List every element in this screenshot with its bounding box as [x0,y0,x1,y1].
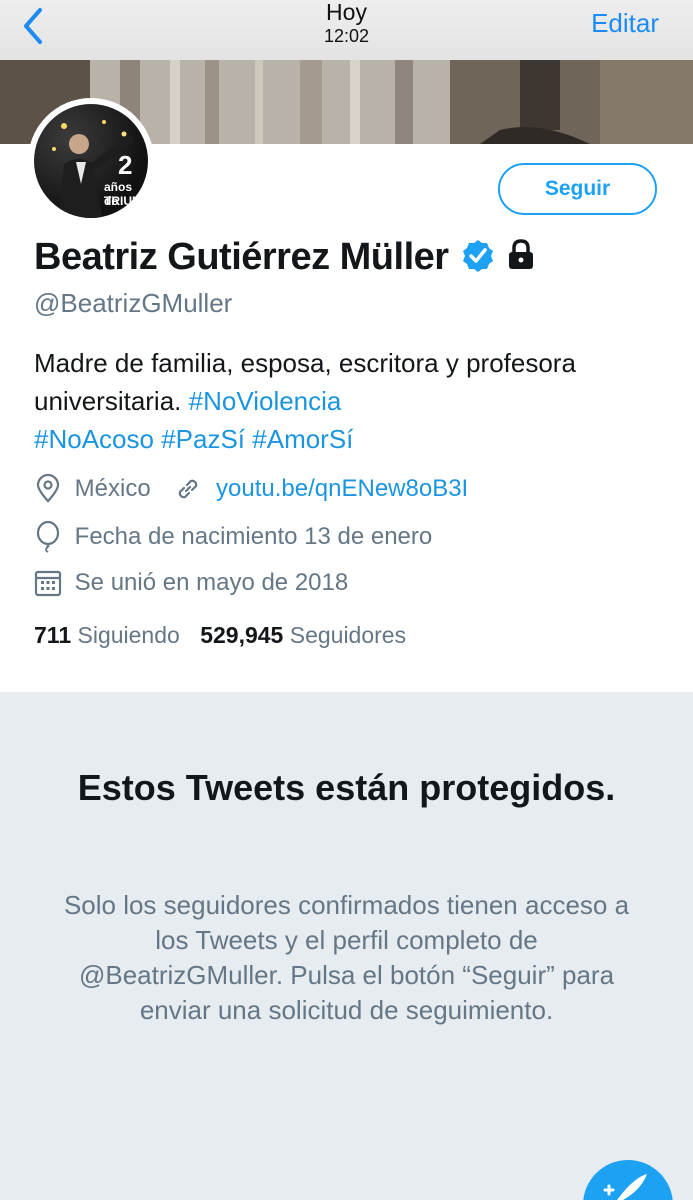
following-count: 711 [34,622,72,648]
profile-name-row: Beatriz Gutiérrez Müller [34,236,535,284]
followers-label: Seguidores [289,622,407,648]
follow-button[interactable]: Seguir [498,163,657,215]
protected-tweets-panel: Estos Tweets están protegidos. Solo los … [0,692,693,1200]
location-pin-icon [36,473,60,503]
hashtag-link[interactable]: #AmorSí [252,424,353,454]
profile-handle: @BeatrizGMuller [34,288,233,318]
avatar-image: 2 años de TRIUNF [34,104,148,218]
nav-title-group: Hoy 12:02 [0,0,693,48]
location-link-row: México youtu.be/qnENew8oB3I [34,473,468,504]
protected-description: Solo los seguidores confirmados tienen a… [63,890,630,1025]
avatar-number: 2 [118,150,133,180]
profile-name: Beatriz Gutiérrez Müller [34,236,449,278]
following-count-link[interactable]: 711 Siguiendo [34,622,186,648]
calendar-icon [34,570,62,597]
compose-tweet-button[interactable] [583,1160,673,1200]
nav-title: Hoy [326,0,367,25]
top-nav-bar: Hoy 12:02 Editar [0,0,693,60]
follow-counts: 711 Siguiendo 529,945 Seguidores [34,622,406,649]
hashtag-link[interactable]: #NoAcoso [34,424,154,454]
back-button[interactable] [14,6,54,46]
profile-birthday: Fecha de nacimiento 13 de enero [74,523,433,550]
lock-icon [507,239,535,276]
chevron-left-icon [24,8,42,44]
following-label: Siguiendo [77,622,180,648]
profile-website-link[interactable]: youtu.be/qnENew8oB3I [216,475,468,502]
followers-count-link[interactable]: 529,945 Seguidores [200,622,406,648]
hashtag-link[interactable]: #PazSí [161,424,245,454]
balloon-icon [36,520,60,553]
nav-time: 12:02 [323,26,370,46]
followers-count: 529,945 [200,622,284,648]
avatar-caption-2: TRIUNF [104,194,148,208]
verified-badge-icon [461,238,495,277]
feather-plus-icon [603,1174,647,1200]
hashtag-link[interactable]: #NoViolencia [189,386,342,416]
edit-button[interactable]: Editar [591,8,659,39]
link-icon [179,479,198,499]
joined-row: Se unió en mayo de 2018 [34,568,348,598]
profile-bio: Madre de familia, esposa, escritora y pr… [34,344,634,458]
profile-avatar[interactable]: 2 años de TRIUNF [28,98,154,224]
protected-title: Estos Tweets están protegidos. [77,767,616,808]
profile-joined-date: Se unió en mayo de 2018 [74,569,349,596]
profile-location: México [74,475,151,502]
birthday-row: Fecha de nacimiento 13 de enero [34,520,433,553]
